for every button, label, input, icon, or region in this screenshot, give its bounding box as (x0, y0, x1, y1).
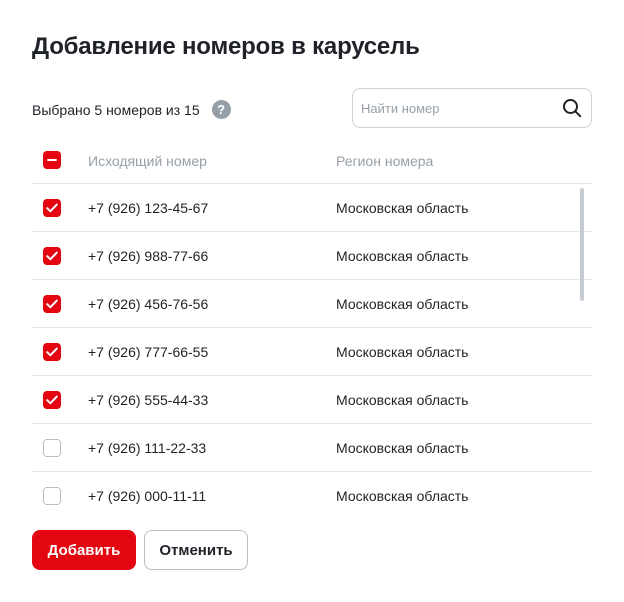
row-number: +7 (926) 988-77-66 (88, 248, 209, 264)
checkmark-icon (46, 347, 58, 357)
row-number: +7 (926) 000-11-11 (88, 488, 207, 504)
column-header-region[interactable]: Регион номера (336, 153, 433, 169)
help-icon[interactable]: ? (211, 100, 231, 119)
numbers-table: Исходящий номер Регион номера +7 (926) 1… (32, 136, 592, 506)
row-region: Московская область (336, 200, 469, 216)
row-region: Московская область (336, 392, 469, 408)
row-checkbox[interactable] (43, 247, 61, 265)
add-numbers-dialog: Добавление номеров в карусель Выбрано 5 … (0, 0, 624, 602)
checkmark-icon (46, 251, 58, 261)
row-number: +7 (926) 111-22-33 (88, 440, 207, 456)
row-region: Московская область (336, 248, 469, 264)
table-row[interactable]: +7 (926) 777-66-55 Московская область (32, 328, 592, 376)
select-all-checkbox[interactable] (43, 151, 61, 169)
table-row[interactable]: +7 (926) 555-44-33 Московская область (32, 376, 592, 424)
minus-icon (47, 159, 57, 161)
column-header-number[interactable]: Исходящий номер (88, 153, 207, 169)
row-checkbox[interactable] (43, 439, 61, 457)
table-header: Исходящий номер Регион номера (32, 136, 592, 184)
row-region: Московская область (336, 296, 469, 312)
table-body[interactable]: +7 (926) 123-45-67 Московская область +7 (… (32, 184, 592, 506)
row-checkbox[interactable] (43, 295, 61, 313)
search-box (352, 88, 592, 128)
row-checkbox[interactable] (43, 487, 61, 505)
table-row[interactable]: +7 (926) 000-11-11 Московская область (32, 472, 592, 506)
row-number: +7 (926) 777-66-55 (88, 344, 209, 360)
table-row[interactable]: +7 (926) 988-77-66 Московская область (32, 232, 592, 280)
row-region: Московская область (336, 488, 469, 504)
row-number: +7 (926) 555-44-33 (88, 392, 209, 408)
search-input[interactable] (353, 89, 553, 127)
table-row[interactable]: +7 (926) 123-45-67 Московская область (32, 184, 592, 232)
scrollbar-thumb[interactable] (580, 188, 584, 301)
search-icon[interactable] (561, 97, 583, 119)
row-number: +7 (926) 456-76-56 (88, 296, 209, 312)
table-row[interactable]: +7 (926) 111-22-33 Московская область (32, 424, 592, 472)
row-checkbox[interactable] (43, 199, 61, 217)
checkmark-icon (46, 299, 58, 309)
checkmark-icon (46, 203, 58, 213)
row-region: Московская область (336, 344, 469, 360)
checkmark-icon (46, 395, 58, 405)
row-number: +7 (926) 123-45-67 (88, 200, 209, 216)
add-button[interactable]: Добавить (32, 530, 136, 570)
table-row[interactable]: +7 (926) 456-76-56 Московская область (32, 280, 592, 328)
row-checkbox[interactable] (43, 343, 61, 361)
row-checkbox[interactable] (43, 391, 61, 409)
dialog-title: Добавление номеров в карусель (32, 33, 420, 60)
row-region: Московская область (336, 440, 469, 456)
cancel-button[interactable]: Отменить (144, 530, 248, 570)
selection-count-text: Выбрано 5 номеров из 15 (32, 101, 200, 118)
selection-summary: Выбрано 5 номеров из 15 ? (32, 100, 231, 119)
